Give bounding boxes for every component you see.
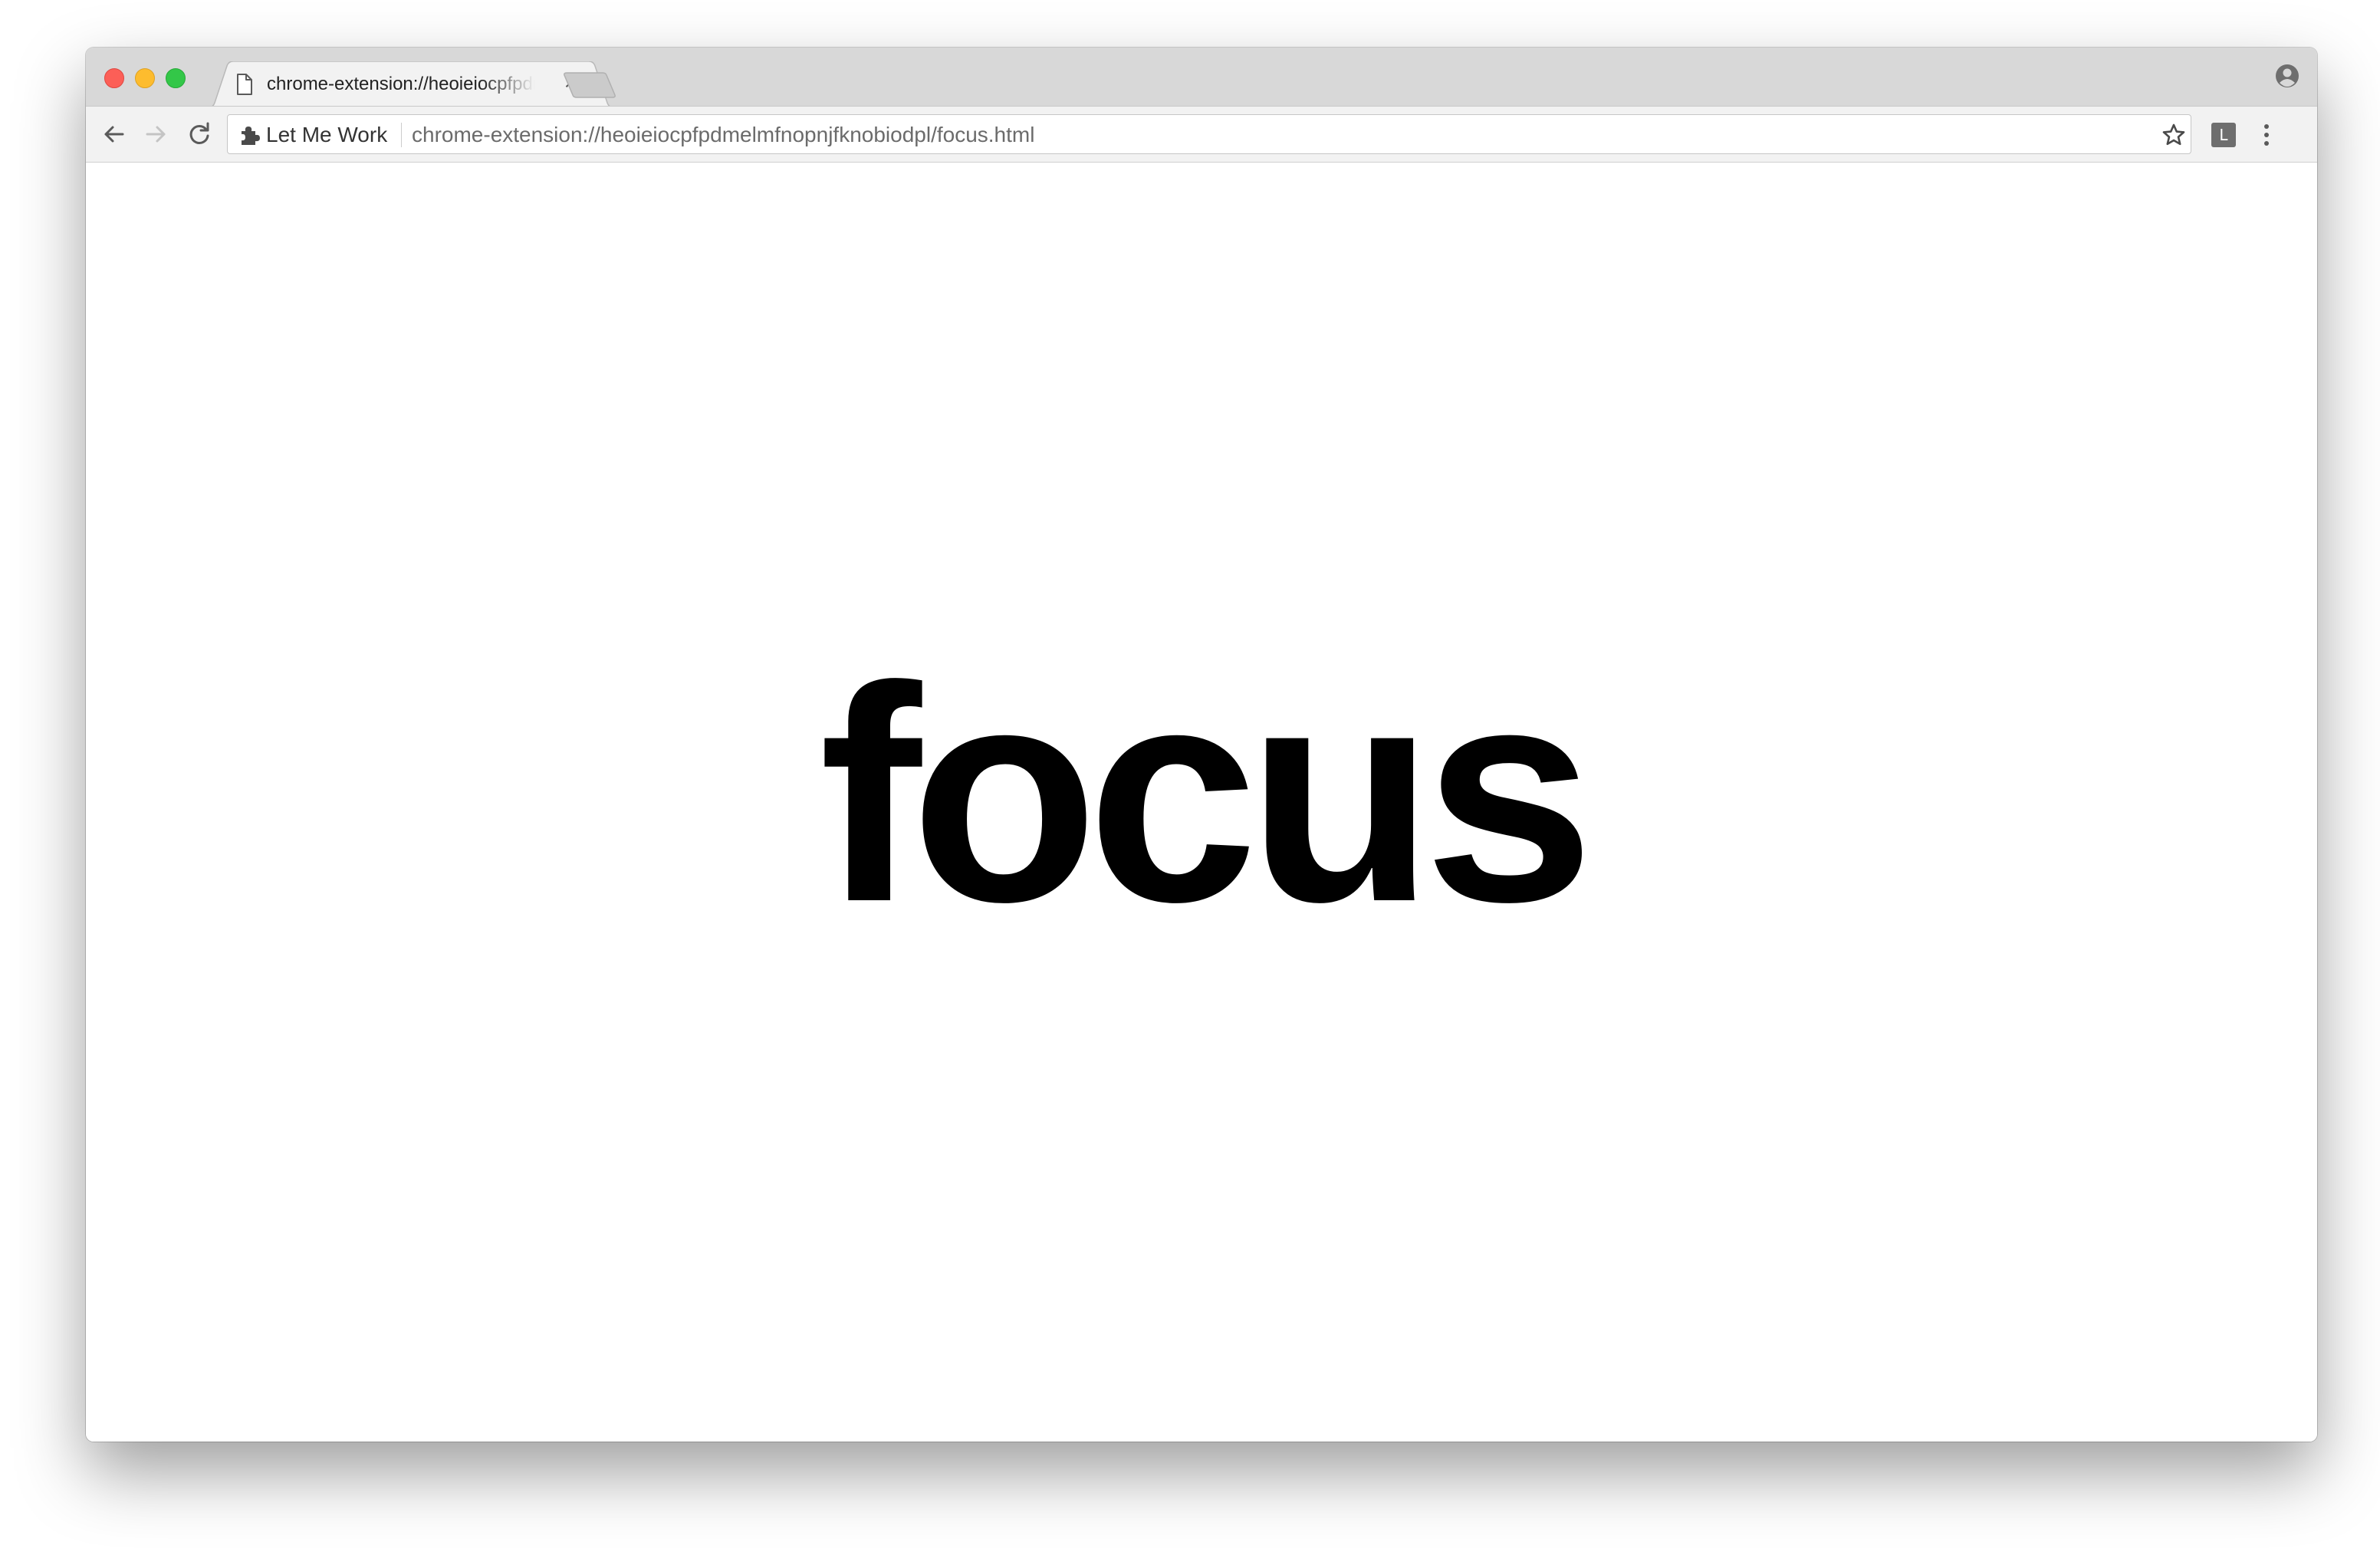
address-separator xyxy=(401,123,402,147)
url-text[interactable]: chrome-extension://heoieiocpfpdmelmfnopn… xyxy=(412,123,1034,147)
address-bar[interactable]: Let Me Work chrome-extension://heoieiocp… xyxy=(227,114,2191,154)
star-icon[interactable] xyxy=(2161,123,2186,147)
tab-title: chrome-extension://heoieiocpfpdmelmfnopn… xyxy=(267,74,535,94)
arrow-left-icon[interactable] xyxy=(100,120,127,148)
minimize-window-button[interactable] xyxy=(135,68,155,88)
title-bar: chrome-extension://heoieiocpfpdmelmfnopn… xyxy=(86,48,2317,107)
maximize-window-button[interactable] xyxy=(166,68,186,88)
focus-headline: focus xyxy=(819,623,1595,965)
arrow-right-icon[interactable] xyxy=(143,120,170,148)
extension-name: Let Me Work xyxy=(266,123,388,146)
reload-icon[interactable] xyxy=(186,120,213,148)
page-content: focus xyxy=(86,163,2317,1442)
page-icon xyxy=(237,74,252,95)
puzzle-icon xyxy=(242,127,260,145)
browser-window: chrome-extension://heoieiocpfpdmelmfnopn… xyxy=(86,48,2317,1442)
account-icon[interactable] xyxy=(2274,63,2300,89)
toolbar: Let Me Work chrome-extension://heoieiocp… xyxy=(86,106,2317,163)
kebab-icon[interactable] xyxy=(2259,122,2274,148)
extension-button[interactable]: L xyxy=(2211,123,2236,147)
close-window-button[interactable] xyxy=(104,68,124,88)
new-tab-button[interactable] xyxy=(563,72,616,98)
